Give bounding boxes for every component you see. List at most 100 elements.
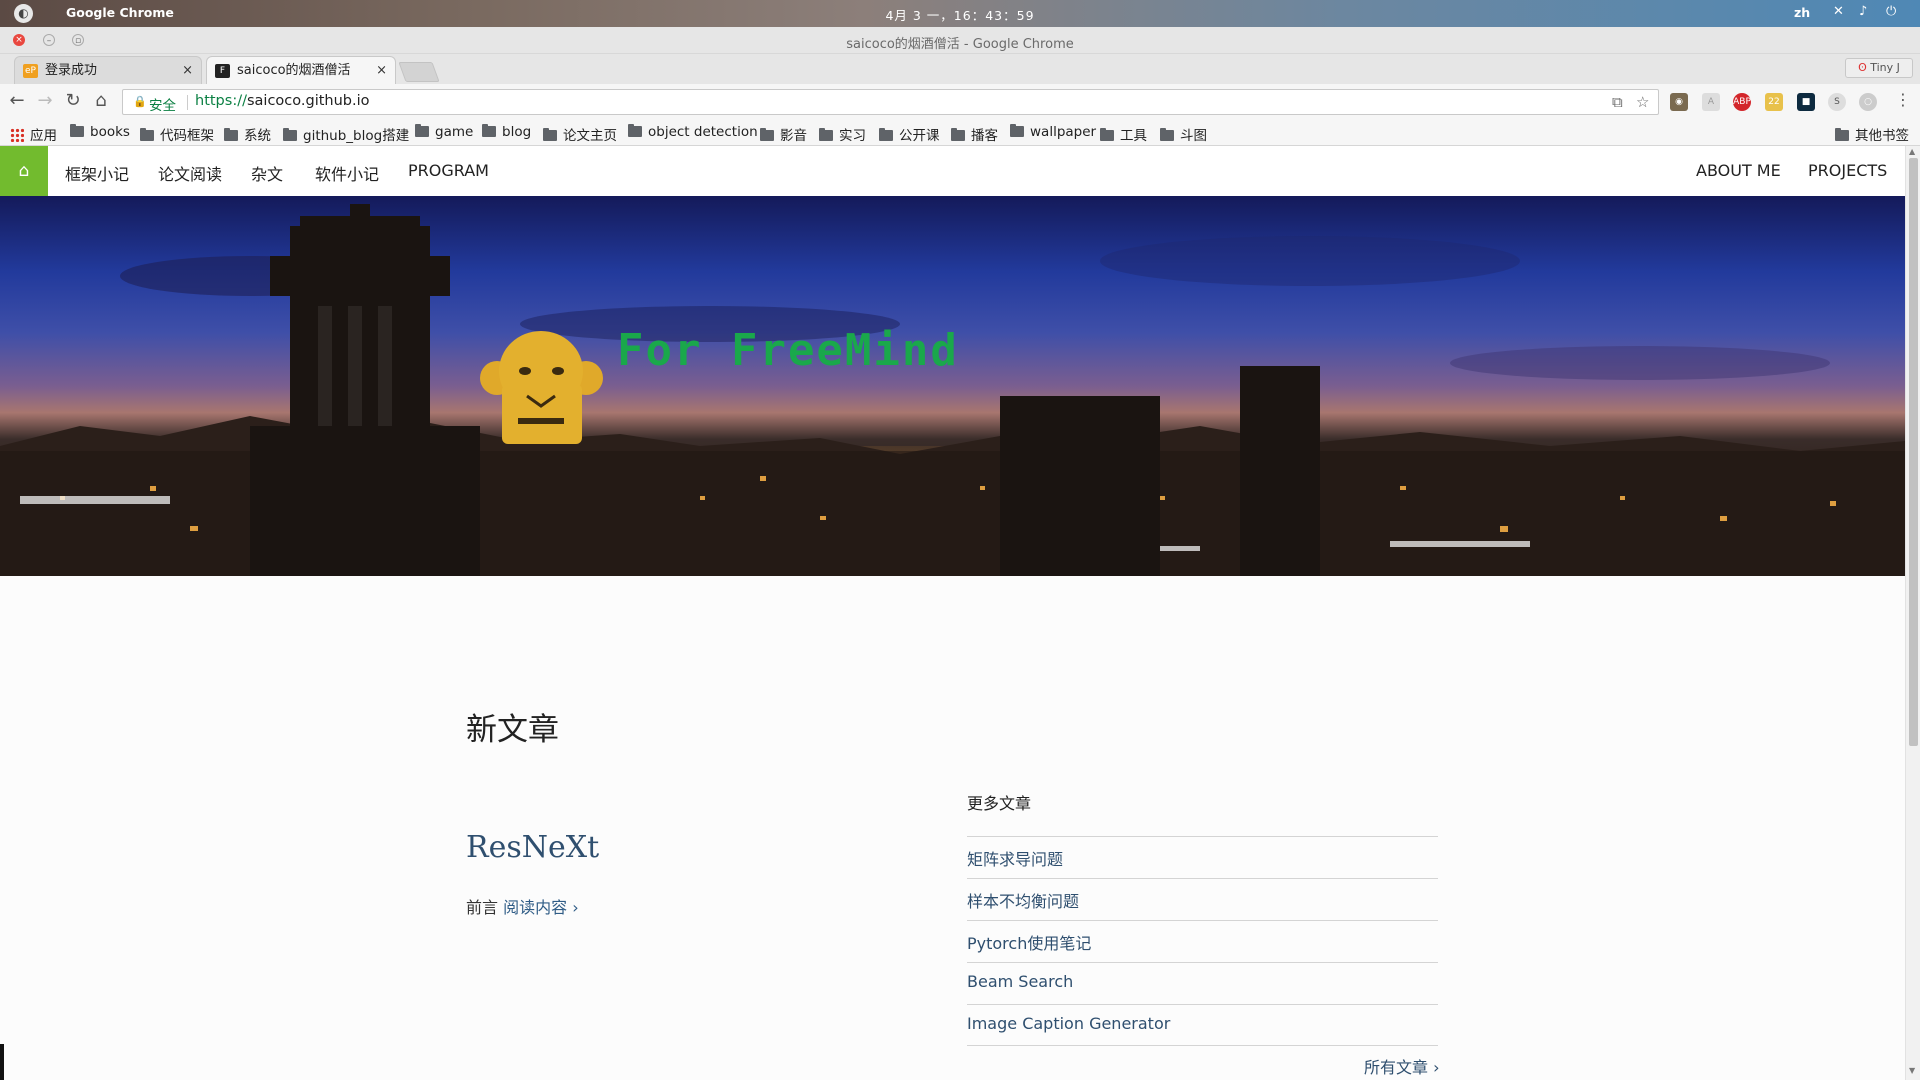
bookmark-folder-github-blog[interactable]: github_blog搭建 [283,124,409,144]
folder-icon [1100,128,1114,141]
more-post-link[interactable]: 矩阵求导问题 [967,836,1438,878]
folder-icon [879,128,893,141]
bookmark-label: 系统 [244,128,271,144]
nav-link-essays[interactable]: 杂文 [251,161,283,185]
bookmark-folder-game[interactable]: game [415,124,473,140]
nav-link-framework-notes[interactable]: 框架小记 [65,161,129,185]
window-titlebar: × – ▫ saicoco的烟酒僧活 - Google Chrome [0,27,1920,54]
nav-link-program[interactable]: PROGRAM [408,161,489,180]
bookmark-apps-label: 应用 [30,128,57,144]
bookmark-label: game [435,124,474,140]
folder-icon [1010,124,1024,137]
extension-calendar-icon[interactable]: 22 [1765,93,1783,111]
folder-icon [140,128,154,141]
scrollbar-thumb[interactable] [1909,158,1918,746]
post-title-link[interactable]: ResNeXt [466,830,599,865]
forward-icon[interactable]: → [33,90,57,111]
extension-s-icon[interactable]: S [1828,93,1846,111]
chrome-menu-icon[interactable]: ⋮ [1891,90,1915,109]
nav-link-about-me[interactable]: ABOUT ME [1696,161,1781,180]
bookmark-folder-blog[interactable]: blog [482,124,531,140]
site-home-button[interactable]: ⌂ [0,146,48,196]
tab-label: 登录成功 [45,63,98,78]
page-corner-marker [0,1044,4,1080]
more-post-link[interactable]: Pytorch使用笔记 [967,920,1438,962]
adblock-icon[interactable]: ABP [1733,93,1751,111]
post-excerpt-text: 前言 [466,898,499,917]
hero-banner: For FreeMind [0,196,1905,576]
bookmark-label: blog [502,124,532,140]
site-navbar: ⌂ 框架小记 论文阅读 杂文 软件小记 PROGRAM ABOUT ME PRO… [0,146,1905,196]
new-tab-button[interactable] [398,62,440,82]
bookmark-folder-object-detection[interactable]: object detection [628,124,758,140]
tab-favicon-icon: F [215,64,230,78]
new-posts-heading: 新文章 [466,712,559,748]
translate-icon[interactable]: ⧉ [1612,93,1623,111]
bookmark-label: 播客 [971,128,998,144]
power-icon[interactable]: ⏻ [1886,4,1896,19]
bookmark-folder-books[interactable]: books [70,124,130,140]
bookmark-apps[interactable]: 应用 [10,124,57,144]
bookmark-label: wallpaper [1030,124,1097,140]
nav-link-software-notes[interactable]: 软件小记 [315,161,379,185]
bookmark-folder-internship[interactable]: 实习 [819,124,866,144]
more-post-link[interactable]: Image Caption Generator [967,1004,1438,1046]
tab-strip: eP 登录成功 × F saicoco的烟酒僧活 × ʘ Tiny J [0,54,1920,84]
all-posts-link[interactable]: 所有文章 › [1364,1054,1440,1078]
bookmark-star-icon[interactable]: ☆ [1636,93,1649,111]
more-post-link[interactable]: 样本不均衡问题 [967,878,1438,920]
bookmark-folder-wallpaper[interactable]: wallpaper [1010,124,1096,140]
read-more-link[interactable]: 阅读内容 › [503,898,579,917]
bookmark-folder-other[interactable]: 其他书签 [1835,124,1909,144]
scroll-down-icon[interactable]: ▼ [1909,1066,1915,1075]
bookmark-folder-memes[interactable]: 斗图 [1160,124,1207,144]
bookmark-folder-open-courses[interactable]: 公开课 [879,124,940,144]
more-posts-heading: 更多文章 [967,794,1032,813]
scroll-up-icon[interactable]: ▲ [1909,147,1915,156]
bookmark-label: 斗图 [1180,128,1207,144]
tab-saicoco-blog[interactable]: F saicoco的烟酒僧活 × [206,56,396,84]
bookmark-folder-system[interactable]: 系统 [224,124,271,144]
bookmark-label: 实习 [839,128,866,144]
bookmark-folder-paper-home[interactable]: 论文主页 [543,124,617,144]
city-skyline-graphic [0,204,1905,576]
url-host: saicoco.github.io [246,93,370,109]
input-language[interactable]: zh [1794,5,1810,20]
tab-label: saicoco的烟酒僧活 [237,63,351,78]
post-excerpt: 前言 阅读内容 › [466,894,579,918]
os-top-bar: ◐ Google Chrome 4月 3 一，16：43：59 zh ✕ ♪ ⏻ [0,0,1920,27]
address-bar[interactable]: 🔒 安全 https://saicoco.github.io ⧉ ☆ [122,89,1659,115]
volume-icon[interactable]: ♪ [1859,4,1867,19]
home-icon[interactable]: ⌂ [89,90,113,111]
profile-button[interactable]: ʘ Tiny J [1845,58,1913,78]
extension-dark-icon[interactable]: ■ [1797,93,1815,111]
bookmark-folder-podcasts[interactable]: 播客 [951,124,998,144]
bookmark-folder-tools[interactable]: 工具 [1100,124,1147,144]
back-icon[interactable]: ← [5,90,29,111]
reload-icon[interactable]: ↻ [61,90,85,111]
extension-cat-icon[interactable]: ◉ [1670,93,1688,111]
page-scrollbar[interactable]: ▲ ▼ [1905,146,1920,1080]
bookmark-folder-media[interactable]: 影音 [760,124,807,144]
close-tab-icon[interactable]: × [182,57,193,84]
bookmark-label: 其他书签 [1855,128,1909,144]
nav-link-projects[interactable]: PROJECTS [1808,161,1887,180]
os-clock[interactable]: 4月 3 一，16：43：59 [0,5,1920,24]
folder-icon [283,128,297,141]
bookmark-folder-code-frameworks[interactable]: 代码框架 [140,124,214,144]
bookmark-label: 公开课 [899,128,940,144]
profile-label: Tiny J [1870,61,1900,74]
folder-icon [224,128,238,141]
network-icon[interactable]: ✕ [1833,4,1844,19]
security-label: 安全 [149,98,176,114]
more-post-link[interactable]: Beam Search [967,962,1438,1004]
bookmark-label: 工具 [1120,128,1147,144]
tab-login-success[interactable]: eP 登录成功 × [14,56,202,84]
nav-link-paper-reading[interactable]: 论文阅读 [158,161,222,185]
url-text[interactable]: https://saicoco.github.io [195,93,370,109]
extension-a-icon[interactable]: A [1702,93,1720,111]
close-tab-icon[interactable]: × [376,57,387,84]
url-scheme: https:// [195,93,247,109]
folder-icon [70,124,84,137]
extension-circle-icon[interactable]: ○ [1859,93,1877,111]
